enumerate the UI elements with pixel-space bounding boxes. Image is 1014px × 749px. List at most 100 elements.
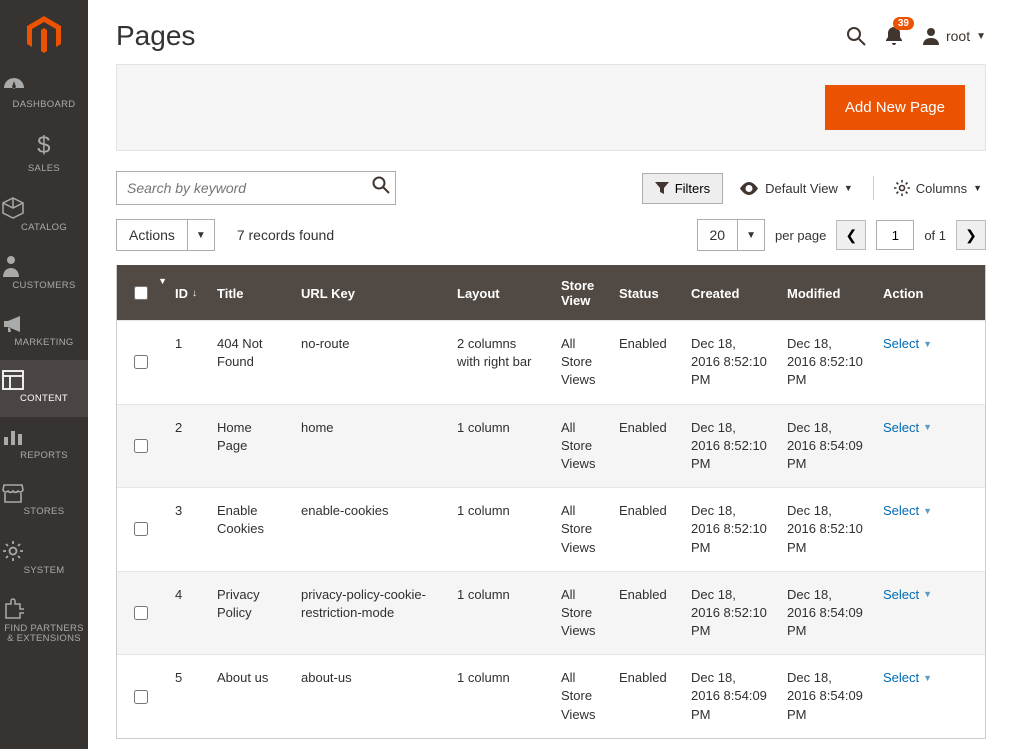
sidebar-item-system[interactable]: SYSTEM (0, 530, 88, 588)
cell-modified: Dec 18, 2016 8:54:09 PM (777, 405, 873, 488)
avatar-icon (922, 27, 940, 45)
cell-modified: Dec 18, 2016 8:52:10 PM (777, 488, 873, 571)
layout-icon (2, 370, 86, 390)
next-page-button[interactable]: ❯ (956, 220, 986, 250)
cell-action: Select ▼ (873, 405, 985, 488)
sidebar-item-stores[interactable]: STORES (0, 473, 88, 529)
table-row: 4Privacy Policyprivacy-policy-cookie-res… (117, 571, 985, 655)
user-menu[interactable]: root ▼ (922, 27, 986, 45)
column-store-view[interactable]: Store View (551, 265, 609, 320)
puzzle-icon (2, 598, 86, 620)
keyword-search-input[interactable] (116, 171, 396, 205)
main-content: Pages 39 root ▼ Add New Page Filters Def… (88, 0, 1014, 749)
cell-action: Select ▼ (873, 655, 985, 738)
sidebar-item-sales[interactable]: $SALES (0, 122, 88, 186)
columns-button[interactable]: Columns▼ (890, 173, 986, 203)
row-checkbox-cell (117, 488, 165, 571)
store-icon (2, 483, 86, 503)
prev-page-button[interactable]: ❮ (836, 220, 866, 250)
row-action-select[interactable]: Select ▼ (883, 502, 975, 520)
column-action: Action (873, 265, 985, 320)
chevron-down-icon: ▼ (973, 183, 982, 193)
cell-created: Dec 18, 2016 8:52:10 PM (681, 572, 777, 655)
cell-url-key: about-us (291, 655, 447, 738)
grid-toolbar: Filters Default View▼ Columns▼ (88, 171, 1014, 219)
cell-id: 3 (165, 488, 207, 571)
column-modified[interactable]: Modified (777, 265, 873, 320)
row-action-select[interactable]: Select ▼ (883, 669, 975, 687)
cell-layout: 1 column (447, 488, 551, 571)
row-checkbox[interactable] (134, 355, 148, 369)
row-checkbox[interactable] (134, 606, 148, 620)
page-header: Pages 39 root ▼ (88, 0, 1014, 64)
page-size-dropdown[interactable]: 20▼ (697, 219, 765, 251)
cell-created: Dec 18, 2016 8:52:10 PM (681, 321, 777, 404)
sidebar-item-marketing[interactable]: MARKETING (0, 304, 88, 360)
column-status[interactable]: Status (609, 265, 681, 320)
row-action-select[interactable]: Select ▼ (883, 586, 975, 604)
row-checkbox-cell (117, 655, 165, 738)
sidebar-item-customers[interactable]: CUSTOMERS (0, 245, 88, 303)
sidebar-item-dashboard[interactable]: DASHBOARD (0, 66, 88, 122)
table-row: 5About usabout-us1 columnAll Store Views… (117, 654, 985, 738)
filters-button[interactable]: Filters (642, 173, 723, 204)
sidebar-item-content[interactable]: CONTENT (0, 360, 88, 416)
notifications-button[interactable]: 39 (884, 25, 904, 47)
cell-url-key: home (291, 405, 447, 488)
dashboard-icon (2, 76, 86, 96)
user-name: root (946, 28, 970, 44)
current-page-input[interactable] (876, 220, 914, 250)
row-checkbox[interactable] (134, 690, 148, 704)
magento-logo-icon[interactable] (27, 16, 61, 54)
cell-created: Dec 18, 2016 8:52:10 PM (681, 488, 777, 571)
select-all-header[interactable]: ▼ (117, 265, 165, 320)
divider (873, 176, 874, 200)
search-submit-button[interactable] (372, 176, 390, 194)
chevron-down-icon: ▼ (923, 672, 932, 685)
column-id[interactable]: ID↓ (165, 265, 207, 320)
sidebar-item-partners[interactable]: FIND PARTNERS & EXTENSIONS (0, 588, 88, 657)
sidebar-item-reports[interactable]: REPORTS (0, 417, 88, 473)
cell-created: Dec 18, 2016 8:54:09 PM (681, 655, 777, 738)
column-layout[interactable]: Layout (447, 265, 551, 320)
notification-badge: 39 (893, 17, 914, 30)
column-title[interactable]: Title (207, 265, 291, 320)
cell-id: 5 (165, 655, 207, 738)
chevron-down-icon: ▼ (923, 421, 932, 434)
global-search-icon[interactable] (846, 26, 866, 46)
chart-icon (2, 427, 86, 447)
row-checkbox-cell (117, 321, 165, 404)
cell-store-view: All Store Views (551, 488, 609, 571)
table-row: 3Enable Cookiesenable-cookies1 columnAll… (117, 487, 985, 571)
cell-status: Enabled (609, 321, 681, 404)
chevron-down-icon[interactable]: ▼ (158, 276, 167, 286)
cell-created: Dec 18, 2016 8:52:10 PM (681, 405, 777, 488)
admin-sidebar: DASHBOARD $SALES CATALOG CUSTOMERS MARKE… (0, 0, 88, 749)
select-all-checkbox[interactable] (134, 286, 148, 300)
cell-modified: Dec 18, 2016 8:54:09 PM (777, 655, 873, 738)
cell-status: Enabled (609, 488, 681, 571)
cell-action: Select ▼ (873, 488, 985, 571)
row-checkbox[interactable] (134, 522, 148, 536)
gear-icon (894, 180, 910, 196)
records-found-label: 7 records found (237, 227, 334, 243)
cell-action: Select ▼ (873, 572, 985, 655)
eye-icon (739, 182, 759, 195)
chevron-down-icon: ▼ (976, 31, 986, 42)
pages-grid: ▼ ID↓ Title URL Key Layout Store View St… (116, 265, 986, 739)
row-action-select[interactable]: Select ▼ (883, 335, 975, 353)
sort-arrow-icon: ↓ (192, 288, 197, 299)
cell-store-view: All Store Views (551, 405, 609, 488)
bulk-actions-dropdown[interactable]: Actions▼ (116, 219, 215, 251)
cell-layout: 1 column (447, 405, 551, 488)
row-action-select[interactable]: Select ▼ (883, 419, 975, 437)
cell-title: Enable Cookies (207, 488, 291, 571)
default-view-button[interactable]: Default View▼ (735, 174, 857, 203)
column-url-key[interactable]: URL Key (291, 265, 447, 320)
row-checkbox[interactable] (134, 439, 148, 453)
chevron-down-icon: ▼ (923, 338, 932, 351)
column-created[interactable]: Created (681, 265, 777, 320)
sidebar-item-catalog[interactable]: CATALOG (0, 187, 88, 245)
cell-status: Enabled (609, 572, 681, 655)
add-new-page-button[interactable]: Add New Page (825, 85, 965, 130)
